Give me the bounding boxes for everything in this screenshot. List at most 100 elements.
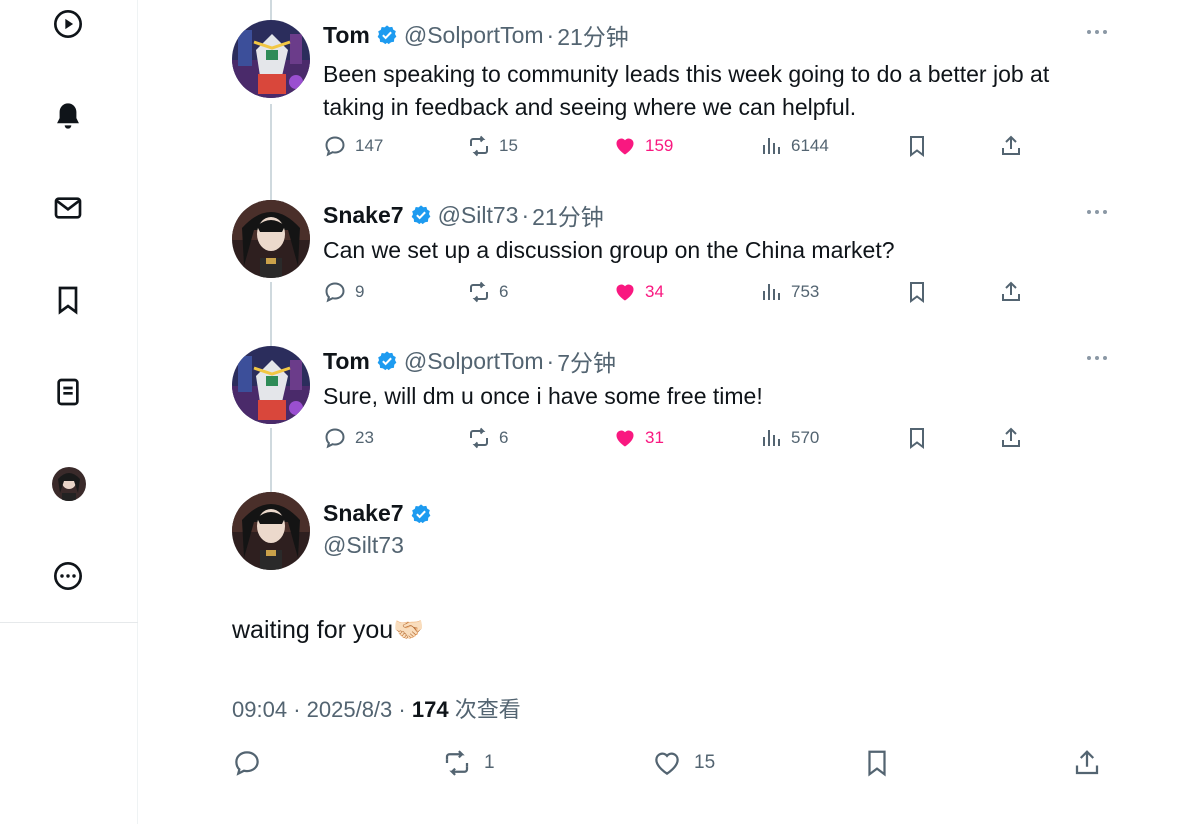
post-date[interactable]: 2025/8/3	[307, 697, 393, 722]
reply-count: 147	[355, 136, 384, 155]
separator-dot: ·	[546, 347, 555, 374]
like-button[interactable]: 31	[613, 424, 664, 452]
verified-badge-icon	[377, 25, 397, 45]
bookmark-icon[interactable]	[48, 280, 88, 320]
user-handle[interactable]: @SolportTom	[404, 348, 544, 375]
reply-icon	[325, 428, 345, 449]
view-count: 753	[791, 282, 820, 301]
separator-dot: ·	[293, 697, 301, 722]
user-handle[interactable]: @SolportTom	[404, 22, 544, 49]
user-handle[interactable]: @Silt73	[438, 202, 519, 229]
retweet-button[interactable]: 6	[467, 278, 508, 306]
reply-count: 9	[355, 282, 365, 301]
sidebar-bottom-divider	[0, 622, 138, 623]
more-options-icon[interactable]	[1082, 200, 1112, 224]
share-icon	[1002, 135, 1020, 155]
reply-button[interactable]: 23	[323, 424, 374, 452]
play-icon[interactable]	[48, 4, 88, 44]
reply-button[interactable]: 9	[323, 278, 364, 306]
like-button[interactable]: 159	[613, 132, 673, 160]
reply-tweet[interactable]: Tom @SolportTom · 21分钟 Been speaking to …	[232, 20, 1112, 170]
retweet-icon	[470, 135, 488, 157]
heart-filled-icon	[616, 430, 634, 447]
retweet-icon	[470, 427, 488, 449]
main-action-bar: 1 15	[232, 746, 1112, 780]
like-button[interactable]: 15	[652, 746, 715, 780]
retweet-button[interactable]: 15	[467, 132, 518, 160]
display-name[interactable]: Tom	[323, 22, 370, 49]
tweet-header: Tom @SolportTom · 7分钟	[323, 344, 616, 378]
like-count: 15	[694, 752, 716, 773]
reply-tweet[interactable]: Tom @SolportTom · 7分钟 Sure, will dm u on…	[232, 346, 1112, 456]
retweet-count: 6	[499, 282, 509, 301]
tweet-meta: 09:04 · 2025/8/3 · 174 次查看	[232, 692, 521, 724]
heart-filled-icon	[616, 138, 634, 155]
reply-icon	[325, 136, 345, 157]
bookmark-button[interactable]	[905, 424, 937, 452]
avatar[interactable]	[232, 200, 310, 278]
retweet-button[interactable]: 1	[442, 746, 495, 780]
views-button[interactable]: 753	[759, 278, 819, 306]
tweet-text: Sure, will dm u once i have some free ti…	[323, 383, 763, 409]
display-name-text[interactable]: Snake7	[323, 500, 404, 527]
avatar[interactable]	[232, 492, 310, 570]
reply-icon	[325, 282, 345, 303]
heart-filled-icon	[616, 284, 634, 301]
views-button[interactable]: 570	[759, 424, 819, 452]
retweet-icon	[445, 750, 469, 776]
more-options-icon[interactable]	[1082, 346, 1112, 370]
more-icon[interactable]	[48, 556, 88, 596]
like-count: 34	[645, 282, 664, 301]
separator-dot: ·	[398, 697, 406, 722]
verified-badge-icon	[411, 503, 430, 523]
display-name[interactable]: Snake7	[323, 500, 438, 527]
views-label: 次查看	[454, 697, 521, 722]
mail-icon[interactable]	[48, 188, 88, 228]
user-handle[interactable]: @Silt73	[323, 532, 404, 559]
bookmark-icon	[910, 428, 924, 449]
bookmark-icon	[868, 750, 886, 777]
reply-button[interactable]	[232, 746, 274, 780]
display-name[interactable]: Snake7	[323, 202, 404, 229]
more-options-icon[interactable]	[1082, 20, 1112, 44]
share-button[interactable]	[999, 132, 1031, 160]
like-button[interactable]: 34	[613, 278, 664, 306]
bookmark-button[interactable]	[862, 746, 904, 780]
bookmark-button[interactable]	[905, 278, 937, 306]
bell-icon[interactable]	[48, 96, 88, 136]
reply-icon	[235, 751, 259, 776]
share-button[interactable]	[999, 424, 1031, 452]
bookmark-button[interactable]	[905, 132, 937, 160]
share-button[interactable]	[999, 278, 1031, 306]
reply-tweet[interactable]: Snake7 @Silt73 · 21分钟 Can we set up a di…	[232, 200, 1112, 310]
views-icon	[763, 284, 780, 300]
timestamp[interactable]: 21分钟	[532, 198, 604, 232]
avatar[interactable]	[52, 467, 86, 501]
bookmark-icon	[910, 282, 924, 303]
timestamp[interactable]: 21分钟	[557, 18, 629, 52]
views-button[interactable]: 6144	[759, 132, 829, 160]
display-name[interactable]: Tom	[323, 348, 370, 375]
view-count: 174	[411, 697, 449, 722]
bookmark-icon	[910, 136, 924, 157]
tweet-header: Snake7 @Silt73 · 21分钟	[323, 198, 604, 232]
reply-count: 23	[355, 428, 374, 447]
sidebar-nav	[0, 0, 138, 824]
timestamp[interactable]: 7分钟	[557, 344, 616, 378]
post-time[interactable]: 09:04	[232, 697, 287, 722]
list-icon[interactable]	[48, 372, 88, 412]
action-bar: 23 6 31 570	[323, 424, 1023, 452]
avatar[interactable]	[232, 346, 310, 424]
reply-button[interactable]: 147	[323, 132, 383, 160]
retweet-count: 6	[499, 428, 509, 447]
verified-badge-icon	[411, 205, 430, 225]
share-button[interactable]	[1072, 746, 1114, 780]
verified-badge-icon	[377, 351, 397, 371]
share-icon	[1002, 427, 1020, 447]
share-icon	[1075, 750, 1099, 775]
tweet-header: Tom @SolportTom · 21分钟	[323, 18, 629, 52]
retweet-button[interactable]: 6	[467, 424, 508, 452]
avatar[interactable]	[232, 20, 310, 98]
sidebar-divider	[137, 0, 138, 824]
view-count: 6144	[791, 136, 829, 155]
